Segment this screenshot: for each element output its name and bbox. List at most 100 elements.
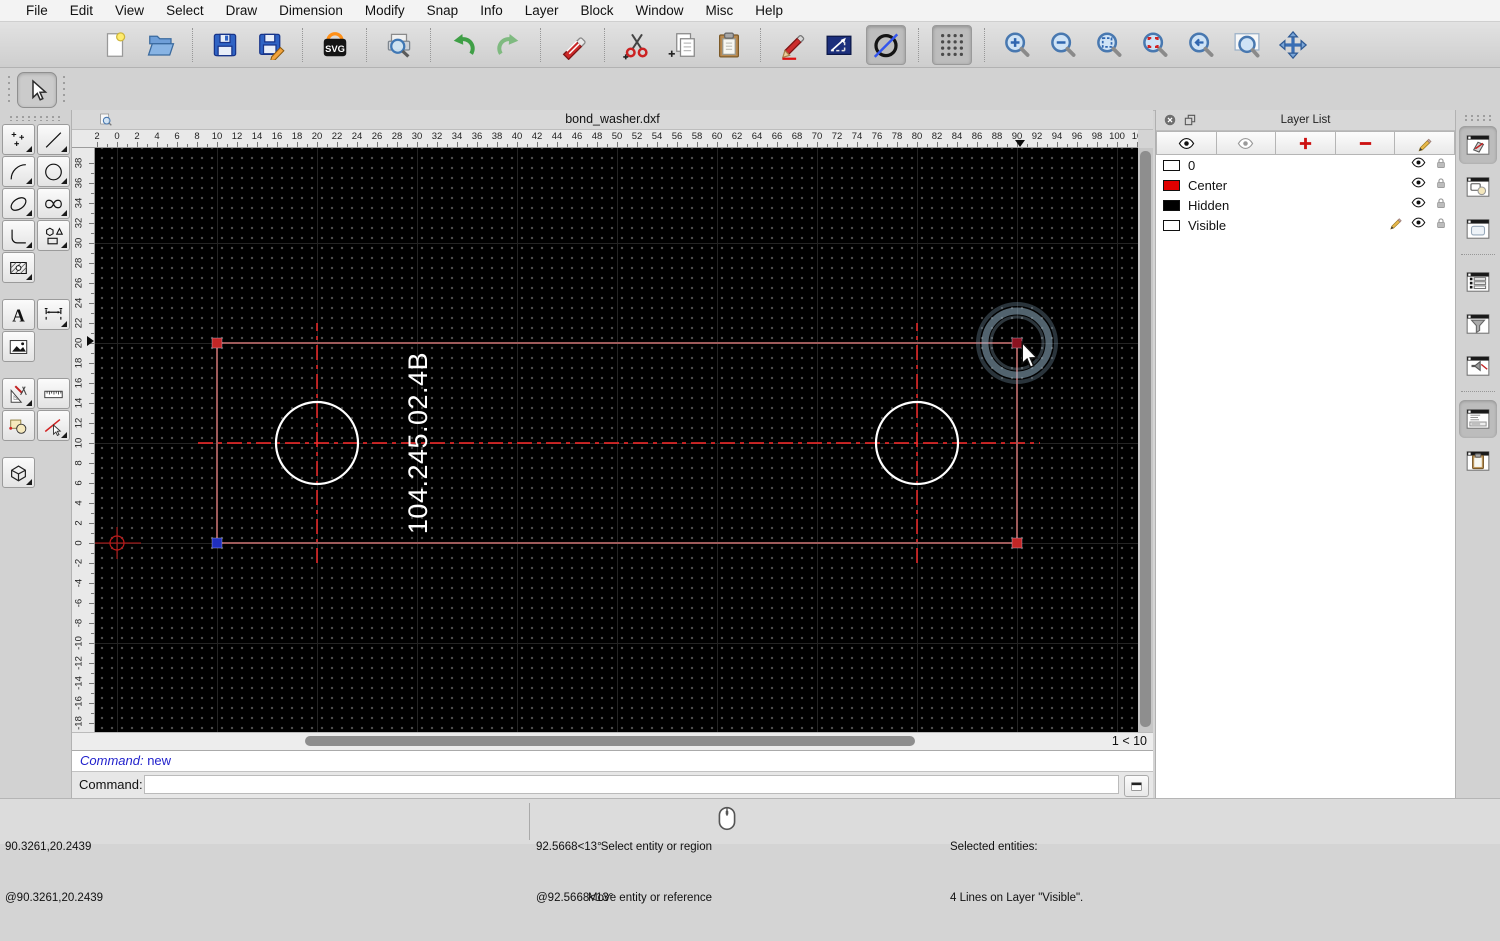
shapes-tool-button[interactable]: [36, 220, 70, 251]
sidebar-drag-handle[interactable]: [1463, 114, 1493, 122]
polyline-tool-button[interactable]: [1, 220, 35, 251]
menu-draw[interactable]: Draw: [215, 3, 269, 18]
cut-button[interactable]: [618, 26, 656, 64]
save-button[interactable]: [206, 26, 244, 64]
zoom-selected-button[interactable]: [1136, 26, 1174, 64]
palette-drag-handle[interactable]: [7, 115, 64, 121]
measure-tool-button[interactable]: [36, 378, 70, 409]
points-tool-button[interactable]: [1, 124, 35, 155]
layer-lock-icon[interactable]: [1434, 216, 1448, 235]
w-cmdline-widget-button[interactable]: [1459, 400, 1497, 438]
menu-layer[interactable]: Layer: [514, 3, 570, 18]
zoom-pan-button[interactable]: [1274, 26, 1312, 64]
layer-row-center[interactable]: Center: [1156, 175, 1455, 195]
entity-handle[interactable]: [211, 337, 223, 349]
add-layer-button[interactable]: [1276, 131, 1336, 155]
toolbar-drag-handle[interactable]: [7, 74, 11, 104]
layer-lock-icon[interactable]: [1434, 196, 1448, 215]
menu-misc[interactable]: Misc: [695, 3, 745, 18]
redo-button[interactable]: [490, 26, 528, 64]
zoom-window-button[interactable]: [1228, 26, 1266, 64]
pen-attributes-button[interactable]: [774, 26, 812, 64]
print-preview-button[interactable]: [380, 26, 418, 64]
entity-handle[interactable]: [211, 537, 223, 549]
layer-lock-icon[interactable]: [1434, 176, 1448, 195]
hatch-tool-button[interactable]: [1, 252, 35, 283]
menu-select[interactable]: Select: [155, 3, 215, 18]
entity-handle[interactable]: [1011, 537, 1023, 549]
zoom-in-button[interactable]: [998, 26, 1036, 64]
modify-tool-button[interactable]: [36, 410, 70, 441]
layer-visibility-icon[interactable]: [1411, 175, 1426, 195]
paste-button[interactable]: [710, 26, 748, 64]
line-attributes-button[interactable]: [820, 26, 858, 64]
menu-edit[interactable]: Edit: [59, 3, 104, 18]
layer-color-swatch[interactable]: [1163, 159, 1180, 171]
horizontal-scrollbar[interactable]: 1 < 10: [72, 732, 1153, 750]
layer-visibility-icon[interactable]: [1411, 215, 1426, 235]
menu-view[interactable]: View: [104, 3, 155, 18]
circle-tool-button[interactable]: [36, 156, 70, 187]
zoom-previous-button[interactable]: [1182, 26, 1220, 64]
menu-dimension[interactable]: Dimension: [268, 3, 354, 18]
w-clipboard-widget-button[interactable]: [1459, 442, 1497, 480]
layer-row-0[interactable]: 0: [1156, 155, 1455, 175]
w-layer-widget-button[interactable]: [1459, 126, 1497, 164]
zoom-out-button[interactable]: [1044, 26, 1082, 64]
entity-handle[interactable]: [1011, 337, 1023, 349]
eye-off-button[interactable]: [1216, 131, 1277, 155]
draft-mode-button[interactable]: [866, 24, 906, 65]
line-tool-button[interactable]: [36, 124, 70, 155]
part-number-text[interactable]: 104.245.02.4B: [403, 352, 433, 534]
block-tool-button[interactable]: [1, 410, 35, 441]
menu-window[interactable]: Window: [625, 3, 695, 18]
construction-tool-button[interactable]: [1, 378, 35, 409]
w-library-widget-button[interactable]: [1459, 210, 1497, 248]
menu-file[interactable]: File: [15, 3, 59, 18]
horizontal-scrollbar-thumb[interactable]: [305, 736, 915, 746]
command-input[interactable]: [144, 775, 1119, 794]
cube3d-tool-button[interactable]: [1, 457, 35, 488]
layer-visibility-icon[interactable]: [1411, 195, 1426, 215]
undock-icon[interactable]: [1183, 113, 1197, 127]
drawing-canvas[interactable]: 104.245.02.4B: [95, 148, 1138, 732]
layer-color-swatch[interactable]: [1163, 199, 1180, 211]
svg-export-button[interactable]: SVG: [316, 26, 354, 64]
toolbar-drag-handle[interactable]: [62, 74, 66, 104]
layer-visibility-icon[interactable]: [1411, 155, 1426, 175]
menu-info[interactable]: Info: [469, 3, 514, 18]
close-icon[interactable]: [1163, 113, 1177, 127]
arc-tool-button[interactable]: [1, 156, 35, 187]
w-filter-widget-button[interactable]: [1459, 305, 1497, 343]
eye-button[interactable]: [1156, 131, 1217, 155]
menu-block[interactable]: Block: [570, 3, 625, 18]
vertical-scrollbar-thumb[interactable]: [1140, 151, 1151, 727]
layer-color-swatch[interactable]: [1163, 219, 1180, 231]
w-block-widget-button[interactable]: [1459, 168, 1497, 206]
vertical-scrollbar[interactable]: [1138, 148, 1153, 732]
spline-tool-button[interactable]: [36, 188, 70, 219]
w-speaker-widget-button[interactable]: [1459, 347, 1497, 385]
remove-layer-button[interactable]: [1335, 131, 1396, 155]
select-tool-button[interactable]: [17, 72, 57, 108]
dimension-tool-button[interactable]: [36, 299, 70, 330]
save-as-button[interactable]: [252, 26, 290, 64]
new-file-button[interactable]: [96, 26, 134, 64]
menu-snap[interactable]: Snap: [416, 3, 470, 18]
text-tool-button[interactable]: A: [1, 299, 35, 330]
open-file-button[interactable]: [142, 26, 180, 64]
image-tool-button[interactable]: [1, 331, 35, 362]
grid-toggle-button[interactable]: [932, 24, 972, 65]
zoom-auto-button[interactable]: [1090, 26, 1128, 64]
layer-row-visible[interactable]: Visible: [1156, 215, 1455, 235]
layer-row-hidden[interactable]: Hidden: [1156, 195, 1455, 215]
copy-button[interactable]: [664, 26, 702, 64]
w-list-widget-button[interactable]: [1459, 263, 1497, 301]
layer-color-swatch[interactable]: [1163, 179, 1180, 191]
edit-layer-button[interactable]: [1395, 131, 1455, 155]
delete-eraser-button[interactable]: [554, 26, 592, 64]
document-tab-bar[interactable]: bond_washer.dxf: [72, 110, 1153, 130]
ellipse-tool-button[interactable]: [1, 188, 35, 219]
layer-lock-icon[interactable]: [1434, 156, 1448, 175]
command-options-button[interactable]: [1124, 775, 1149, 797]
